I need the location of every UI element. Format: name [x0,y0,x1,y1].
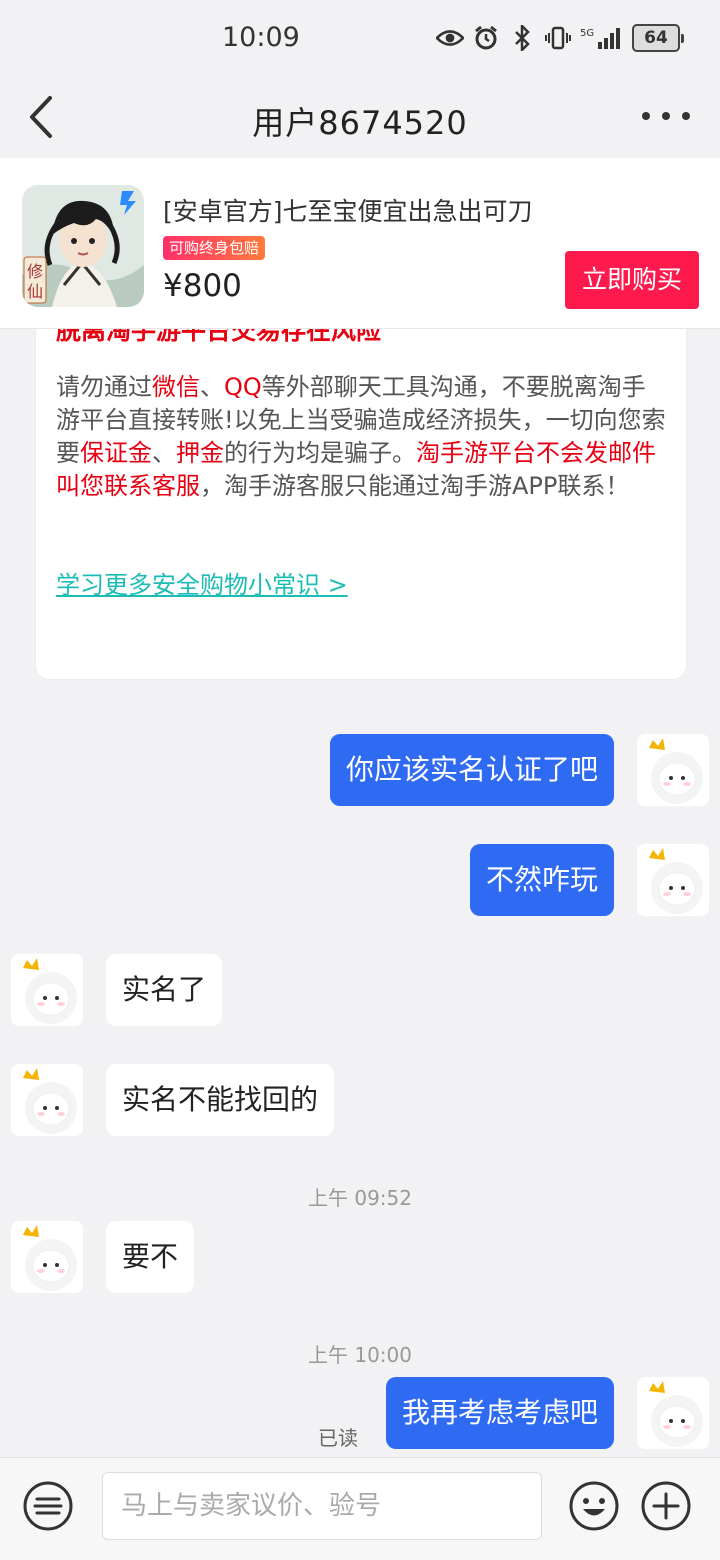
battery-level: 64 [632,24,680,52]
menu-lines-icon [23,1481,73,1531]
timestamp: 上午 09:52 [308,1186,412,1210]
network-label: 5G [580,28,594,39]
received-message-bubble[interactable]: 实名不能找回的 [106,1064,335,1136]
timestamp: 上午 10:00 [308,1343,412,1367]
product-card[interactable]: 修 仙 [安卓官方]七至宝便宜出急出可刀 可购终身包赔 ¥800 立即购买 [0,158,720,329]
read-receipt: 已读 [318,1426,358,1450]
vibrate-icon [544,24,572,52]
notice-text: 、 [152,439,176,467]
smiley-icon [569,1481,619,1531]
more-actions-button[interactable] [640,1480,692,1532]
more-dot-icon [662,112,670,120]
notice-text: 、 [200,373,224,401]
plus-icon [641,1481,691,1531]
my-avatar[interactable] [637,844,709,916]
message-input[interactable]: 马上与卖家议价、验号 [102,1472,542,1540]
sent-message-bubble[interactable]: 你应该实名认证了吧 [329,734,614,806]
safety-tips-link[interactable]: 学习更多安全购物小常识 > [56,565,348,600]
product-thumbnail[interactable]: 修 仙 [22,185,144,307]
thumb-text-2: 仙 [27,282,43,301]
guarantee-badge: 可购终身包赔 [163,236,266,260]
seller-avatar[interactable] [11,1064,83,1136]
sent-message-bubble[interactable]: 不然咋玩 [469,844,614,916]
battery-icon: 64 [632,24,684,52]
my-avatar[interactable] [637,734,709,806]
notice-text: ，淘手游客服只能通过淘手游APP联系！ [200,472,630,500]
notice-highlight: 押金 [176,439,224,467]
chat-title: 用户8674520 [252,104,468,142]
safety-notice-card: 脱离淘手游平台交易存在风险 请勿通过微信、QQ等外部聊天工具沟通，不要脱离淘手游… [35,290,687,680]
quick-menu-button[interactable] [22,1480,74,1532]
thumb-text-1: 修 [27,262,43,281]
status-icons: 5G 64 [436,24,684,52]
my-avatar[interactable] [637,1377,709,1449]
nav-bar: 用户8674520 [0,80,720,158]
more-options-button[interactable] [642,104,690,128]
signal-icon: 5G [580,24,624,52]
input-bar: 马上与卖家议价、验号 [0,1457,720,1560]
product-title: [安卓官方]七至宝便宜出急出可刀 [163,197,533,226]
more-dot-icon [682,112,690,120]
eye-icon [436,24,464,52]
seller-avatar[interactable] [11,1221,83,1293]
notice-text: 的行为均是骗子。 [224,439,416,467]
status-time: 10:09 [222,22,300,53]
seller-avatar[interactable] [11,954,83,1026]
notice-highlight: QQ [224,373,262,401]
received-message-bubble[interactable]: 实名了 [106,954,223,1026]
buy-now-button[interactable]: 立即购买 [565,251,699,309]
product-price: ¥800 [163,268,242,304]
sent-message-bubble[interactable]: 我再考虑考虑吧 [385,1377,614,1449]
emoji-button[interactable] [568,1480,620,1532]
more-dot-icon [642,112,650,120]
notice-body: 请勿通过微信、QQ等外部聊天工具沟通，不要脱离淘手游平台直接转账!以免上当受骗造… [56,371,668,503]
notice-highlight: 保证金 [80,439,152,467]
notice-highlight: 微信 [152,373,200,401]
bluetooth-icon [508,24,536,52]
alarm-icon [472,24,500,52]
status-bar: 10:09 5G 64 [0,0,720,80]
received-message-bubble[interactable]: 要不 [106,1221,195,1293]
notice-text: 请勿通过 [56,373,152,401]
